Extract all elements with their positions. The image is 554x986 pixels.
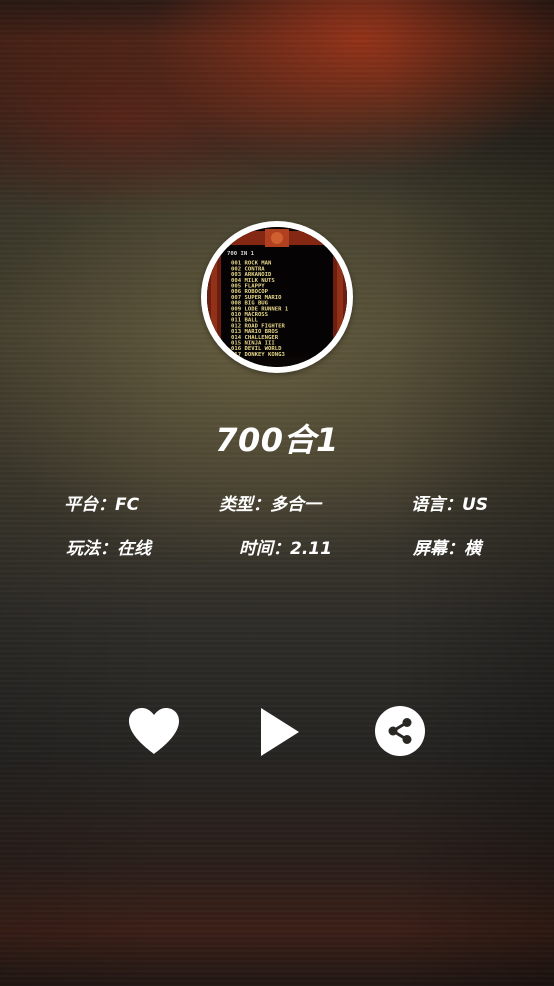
play-button[interactable] (252, 703, 304, 761)
game-cover: 700 IN 1 001 ROCK MAN 002 CONTRA 003 ARKANO… (201, 221, 353, 373)
info-screen: 屏幕：横 (413, 539, 481, 559)
info-platform: 平台：FC (64, 495, 140, 515)
share-icon (375, 706, 425, 756)
heart-icon (129, 708, 179, 754)
info-type: 类型：多合一 (219, 495, 321, 515)
info-language: 语言：US (411, 495, 489, 515)
cover-heading: 700 IN 1 (227, 251, 255, 257)
game-title: 700合1 (215, 421, 339, 459)
share-button[interactable] (373, 704, 427, 758)
info-time: 时间：2.11 (239, 539, 332, 559)
info-mode: 玩法：在线 (66, 539, 151, 559)
favorite-button[interactable] (124, 703, 184, 759)
game-cover-image: 700 IN 1 001 ROCK MAN 002 CONTRA 003 ARKANO… (207, 227, 347, 367)
play-icon (261, 708, 299, 756)
cover-menu-line: 017 DONKEY KONG3 (231, 352, 285, 358)
cover-art: 700 IN 1001 ROCK MAN002 CONTRA003 ARKANO… (207, 227, 347, 367)
